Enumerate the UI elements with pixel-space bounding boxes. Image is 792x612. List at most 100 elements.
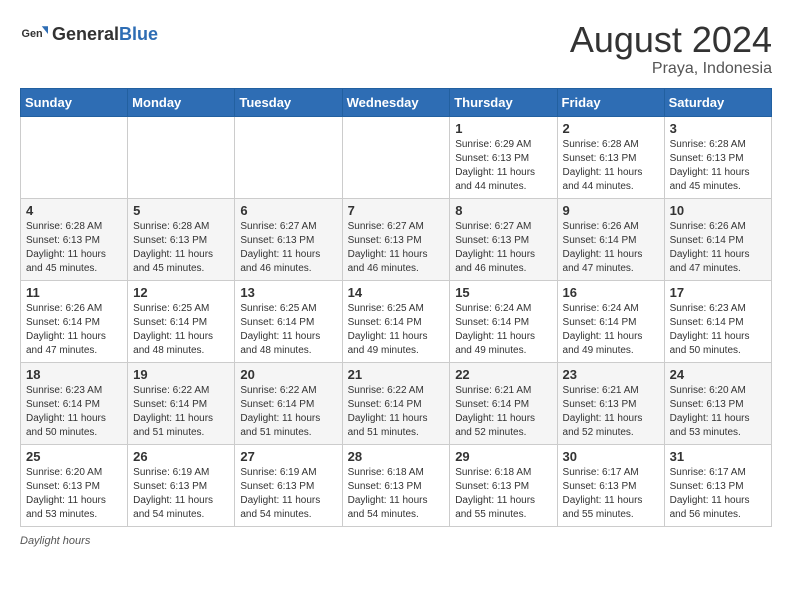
day-info: Sunrise: 6:28 AM Sunset: 6:13 PM Dayligh… [26,220,122,276]
day-cell: 29Sunrise: 6:18 AM Sunset: 6:13 PM Dayli… [450,444,557,526]
day-info: Sunrise: 6:19 AM Sunset: 6:13 PM Dayligh… [133,466,229,522]
logo: Gen GeneralBlue [20,20,158,48]
day-cell: 18Sunrise: 6:23 AM Sunset: 6:14 PM Dayli… [21,362,128,444]
day-cell: 23 Sunrise: 6:21 AM Sunset: 6:13 PM Dayli… [557,362,664,444]
day-number: 22 [455,367,551,382]
day-cell: 19Sunrise: 6:22 AM Sunset: 6:14 PM Dayli… [128,362,235,444]
day-info: Sunrise: 6:25 AM Sunset: 6:14 PM Dayligh… [348,302,445,358]
day-info: Sunrise: 6:29 AM Sunset: 6:13 PM Dayligh… [455,138,551,194]
day-info: Sunrise: 6:26 AM Sunset: 6:14 PM Dayligh… [563,220,659,276]
day-number: 20 [240,367,336,382]
day-cell: 27 Sunrise: 6:19 AM Sunset: 6:13 PM Dayli… [235,444,342,526]
day-cell: 10Sunrise: 6:26 AM Sunset: 6:14 PM Dayli… [664,198,771,280]
day-number: 26 [133,449,229,464]
day-number: 2 [563,121,659,136]
day-number: 5 [133,203,229,218]
day-info: Sunrise: 6:21 AM Sunset: 6:14 PM Dayligh… [455,384,551,440]
day-cell: 20Sunrise: 6:22 AM Sunset: 6:14 PM Dayli… [235,362,342,444]
day-number: 27 [240,449,336,464]
day-cell: 15Sunrise: 6:24 AM Sunset: 6:14 PM Dayli… [450,280,557,362]
day-number: 14 [348,285,445,300]
day-cell: 25 Sunrise: 6:20 AM Sunset: 6:13 PM Dayli… [21,444,128,526]
day-number: 30 [563,449,659,464]
day-cell: 22 Sunrise: 6:21 AM Sunset: 6:14 PM Dayli… [450,362,557,444]
day-number: 21 [348,367,445,382]
week-row-3: 11 Sunrise: 6:26 AM Sunset: 6:14 PM Dayli… [21,280,772,362]
page-header: Gen GeneralBlue August 2024 Praya, Indon… [20,20,772,78]
logo-text: GeneralBlue [52,24,158,45]
day-cell [235,116,342,198]
title-block: August 2024 Praya, Indonesia [570,20,772,78]
day-cell: 5 Sunrise: 6:28 AM Sunset: 6:13 PM Daylig… [128,198,235,280]
day-cell: 12 Sunrise: 6:25 AM Sunset: 6:14 PM Dayli… [128,280,235,362]
week-row-1: 1 Sunrise: 6:29 AM Sunset: 6:13 PM Daylig… [21,116,772,198]
day-info: Sunrise: 6:20 AM Sunset: 6:13 PM Dayligh… [26,466,122,522]
day-cell: 17Sunrise: 6:23 AM Sunset: 6:14 PM Dayli… [664,280,771,362]
day-number: 9 [563,203,659,218]
day-cell: 26 Sunrise: 6:19 AM Sunset: 6:13 PM Dayli… [128,444,235,526]
day-info: Sunrise: 6:26 AM Sunset: 6:14 PM Dayligh… [26,302,122,358]
day-cell: 28 Sunrise: 6:18 AM Sunset: 6:13 PM Dayli… [342,444,450,526]
day-number: 23 [563,367,659,382]
svg-text:Gen: Gen [22,28,43,40]
day-cell: 13Sunrise: 6:25 AM Sunset: 6:14 PM Dayli… [235,280,342,362]
generalblue-logo-icon: Gen [20,20,48,48]
day-cell: 16 Sunrise: 6:24 AM Sunset: 6:14 PM Dayli… [557,280,664,362]
day-info: Sunrise: 6:18 AM Sunset: 6:13 PM Dayligh… [348,466,445,522]
day-cell [128,116,235,198]
day-cell: 2 Sunrise: 6:28 AM Sunset: 6:13 PM Daylig… [557,116,664,198]
day-cell: 9 Sunrise: 6:26 AM Sunset: 6:14 PM Daylig… [557,198,664,280]
day-info: Sunrise: 6:17 AM Sunset: 6:13 PM Dayligh… [563,466,659,522]
weekday-header-tuesday: Tuesday [235,88,342,116]
day-info: Sunrise: 6:25 AM Sunset: 6:14 PM Dayligh… [133,302,229,358]
day-number: 8 [455,203,551,218]
day-number: 24 [670,367,766,382]
logo-blue: Blue [119,24,158,44]
day-info: Sunrise: 6:21 AM Sunset: 6:13 PM Dayligh… [563,384,659,440]
day-cell: 11 Sunrise: 6:26 AM Sunset: 6:14 PM Dayli… [21,280,128,362]
day-number: 19 [133,367,229,382]
day-info: Sunrise: 6:25 AM Sunset: 6:14 PM Dayligh… [240,302,336,358]
weekday-header-wednesday: Wednesday [342,88,450,116]
day-cell: 4Sunrise: 6:28 AM Sunset: 6:13 PM Daylig… [21,198,128,280]
day-number: 28 [348,449,445,464]
day-number: 31 [670,449,766,464]
day-number: 12 [133,285,229,300]
day-number: 11 [26,285,122,300]
day-cell: 7 Sunrise: 6:27 AM Sunset: 6:13 PM Daylig… [342,198,450,280]
day-info: Sunrise: 6:27 AM Sunset: 6:13 PM Dayligh… [348,220,445,276]
week-row-2: 4Sunrise: 6:28 AM Sunset: 6:13 PM Daylig… [21,198,772,280]
day-number: 1 [455,121,551,136]
weekday-header-monday: Monday [128,88,235,116]
day-number: 17 [670,285,766,300]
day-info: Sunrise: 6:28 AM Sunset: 6:13 PM Dayligh… [670,138,766,194]
day-number: 7 [348,203,445,218]
day-number: 18 [26,367,122,382]
weekday-header-friday: Friday [557,88,664,116]
day-cell: 8 Sunrise: 6:27 AM Sunset: 6:13 PM Daylig… [450,198,557,280]
location-subtitle: Praya, Indonesia [570,60,772,78]
week-row-5: 25 Sunrise: 6:20 AM Sunset: 6:13 PM Dayli… [21,444,772,526]
day-info: Sunrise: 6:19 AM Sunset: 6:13 PM Dayligh… [240,466,336,522]
day-number: 16 [563,285,659,300]
day-cell: 14 Sunrise: 6:25 AM Sunset: 6:14 PM Dayli… [342,280,450,362]
day-number: 25 [26,449,122,464]
day-info: Sunrise: 6:24 AM Sunset: 6:14 PM Dayligh… [563,302,659,358]
week-row-4: 18Sunrise: 6:23 AM Sunset: 6:14 PM Dayli… [21,362,772,444]
day-number: 6 [240,203,336,218]
weekday-header-sunday: Sunday [21,88,128,116]
day-info: Sunrise: 6:28 AM Sunset: 6:13 PM Dayligh… [133,220,229,276]
day-info: Sunrise: 6:27 AM Sunset: 6:13 PM Dayligh… [455,220,551,276]
daylight-label: Daylight hours [20,535,90,547]
day-cell: 21Sunrise: 6:22 AM Sunset: 6:14 PM Dayli… [342,362,450,444]
day-cell: 6Sunrise: 6:27 AM Sunset: 6:13 PM Daylig… [235,198,342,280]
footer: Daylight hours [20,535,772,547]
day-cell: 1 Sunrise: 6:29 AM Sunset: 6:13 PM Daylig… [450,116,557,198]
day-info: Sunrise: 6:17 AM Sunset: 6:13 PM Dayligh… [670,466,766,522]
day-info: Sunrise: 6:28 AM Sunset: 6:13 PM Dayligh… [563,138,659,194]
day-cell: 24 Sunrise: 6:20 AM Sunset: 6:13 PM Dayli… [664,362,771,444]
day-cell: 30 Sunrise: 6:17 AM Sunset: 6:13 PM Dayli… [557,444,664,526]
day-number: 3 [670,121,766,136]
day-info: Sunrise: 6:18 AM Sunset: 6:13 PM Dayligh… [455,466,551,522]
day-info: Sunrise: 6:20 AM Sunset: 6:13 PM Dayligh… [670,384,766,440]
